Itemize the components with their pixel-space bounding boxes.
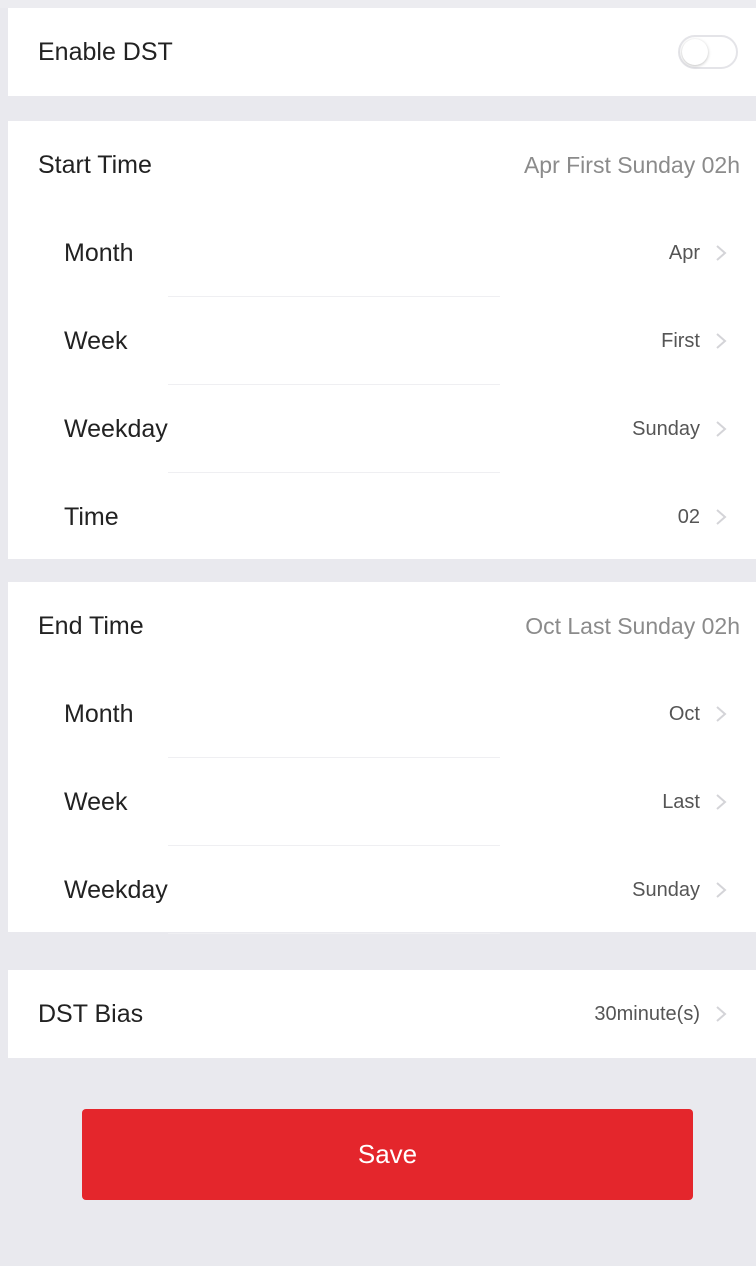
end-week-row[interactable]: Week Last	[8, 758, 756, 846]
start-weekday-label: Weekday	[64, 414, 168, 443]
start-week-label: Week	[64, 326, 128, 355]
start-time-summary: Apr First Sunday 02h	[523, 151, 740, 178]
start-weekday-row[interactable]: Weekday Sunday	[8, 385, 756, 473]
end-weekday-row[interactable]: Weekday Sunday	[8, 846, 756, 934]
end-weekday-label: Weekday	[64, 875, 168, 904]
start-month-value: Apr	[668, 241, 700, 264]
start-time-hour-label: Time	[64, 502, 119, 531]
end-week-value: Last	[662, 790, 700, 813]
enable-dst-section: Enable DST	[8, 8, 756, 96]
end-time-header: End Time Oct Last Sunday 02h	[8, 582, 756, 670]
start-month-label: Month	[64, 238, 134, 267]
end-month-row[interactable]: Month Oct	[8, 670, 756, 758]
dst-settings-screen: Enable DST Start Time Apr First Sunday 0…	[0, 0, 756, 1266]
chevron-right-icon	[712, 508, 730, 526]
end-weekday-value: Sunday	[632, 878, 700, 901]
end-week-label: Week	[64, 787, 128, 816]
end-month-label: Month	[64, 699, 134, 728]
save-button[interactable]: Save	[82, 1109, 693, 1200]
start-month-row[interactable]: Month Apr	[8, 209, 756, 297]
chevron-right-icon	[712, 244, 730, 262]
chevron-right-icon	[712, 705, 730, 723]
save-button-label: Save	[357, 1139, 418, 1169]
start-week-row[interactable]: Week First	[8, 297, 756, 385]
end-time-summary: Oct Last Sunday 02h	[525, 612, 740, 639]
top-separator	[0, 0, 756, 8]
start-time-header: Start Time Apr First Sunday 02h	[8, 121, 756, 209]
chevron-right-icon	[712, 332, 730, 350]
toggle-knob	[682, 39, 708, 65]
end-month-value: Oct	[668, 702, 700, 725]
start-time-label: Start Time	[38, 150, 152, 179]
dst-bias-row[interactable]: DST Bias 30minute(s)	[8, 970, 756, 1058]
start-weekday-value: Sunday	[632, 417, 700, 440]
start-time-section: Start Time Apr First Sunday 02h Month Ap…	[8, 121, 756, 559]
enable-dst-toggle[interactable]	[678, 35, 738, 69]
chevron-right-icon	[712, 881, 730, 899]
row-divider	[168, 933, 500, 934]
start-time-value-row[interactable]: Time 02	[8, 473, 756, 561]
enable-dst-row: Enable DST	[8, 8, 756, 96]
start-time-hour-value: 02	[677, 505, 700, 528]
end-time-section: End Time Oct Last Sunday 02h Month Oct W…	[8, 582, 756, 934]
chevron-right-icon	[712, 1005, 730, 1023]
end-time-label: End Time	[38, 611, 144, 640]
dst-bias-section: DST Bias 30minute(s)	[8, 970, 756, 1058]
chevron-right-icon	[712, 793, 730, 811]
chevron-right-icon	[712, 420, 730, 438]
dst-bias-value: 30minute(s)	[594, 1002, 700, 1025]
dst-bias-label: DST Bias	[38, 999, 144, 1028]
start-week-value: First	[661, 329, 700, 352]
enable-dst-label: Enable DST	[38, 37, 173, 66]
